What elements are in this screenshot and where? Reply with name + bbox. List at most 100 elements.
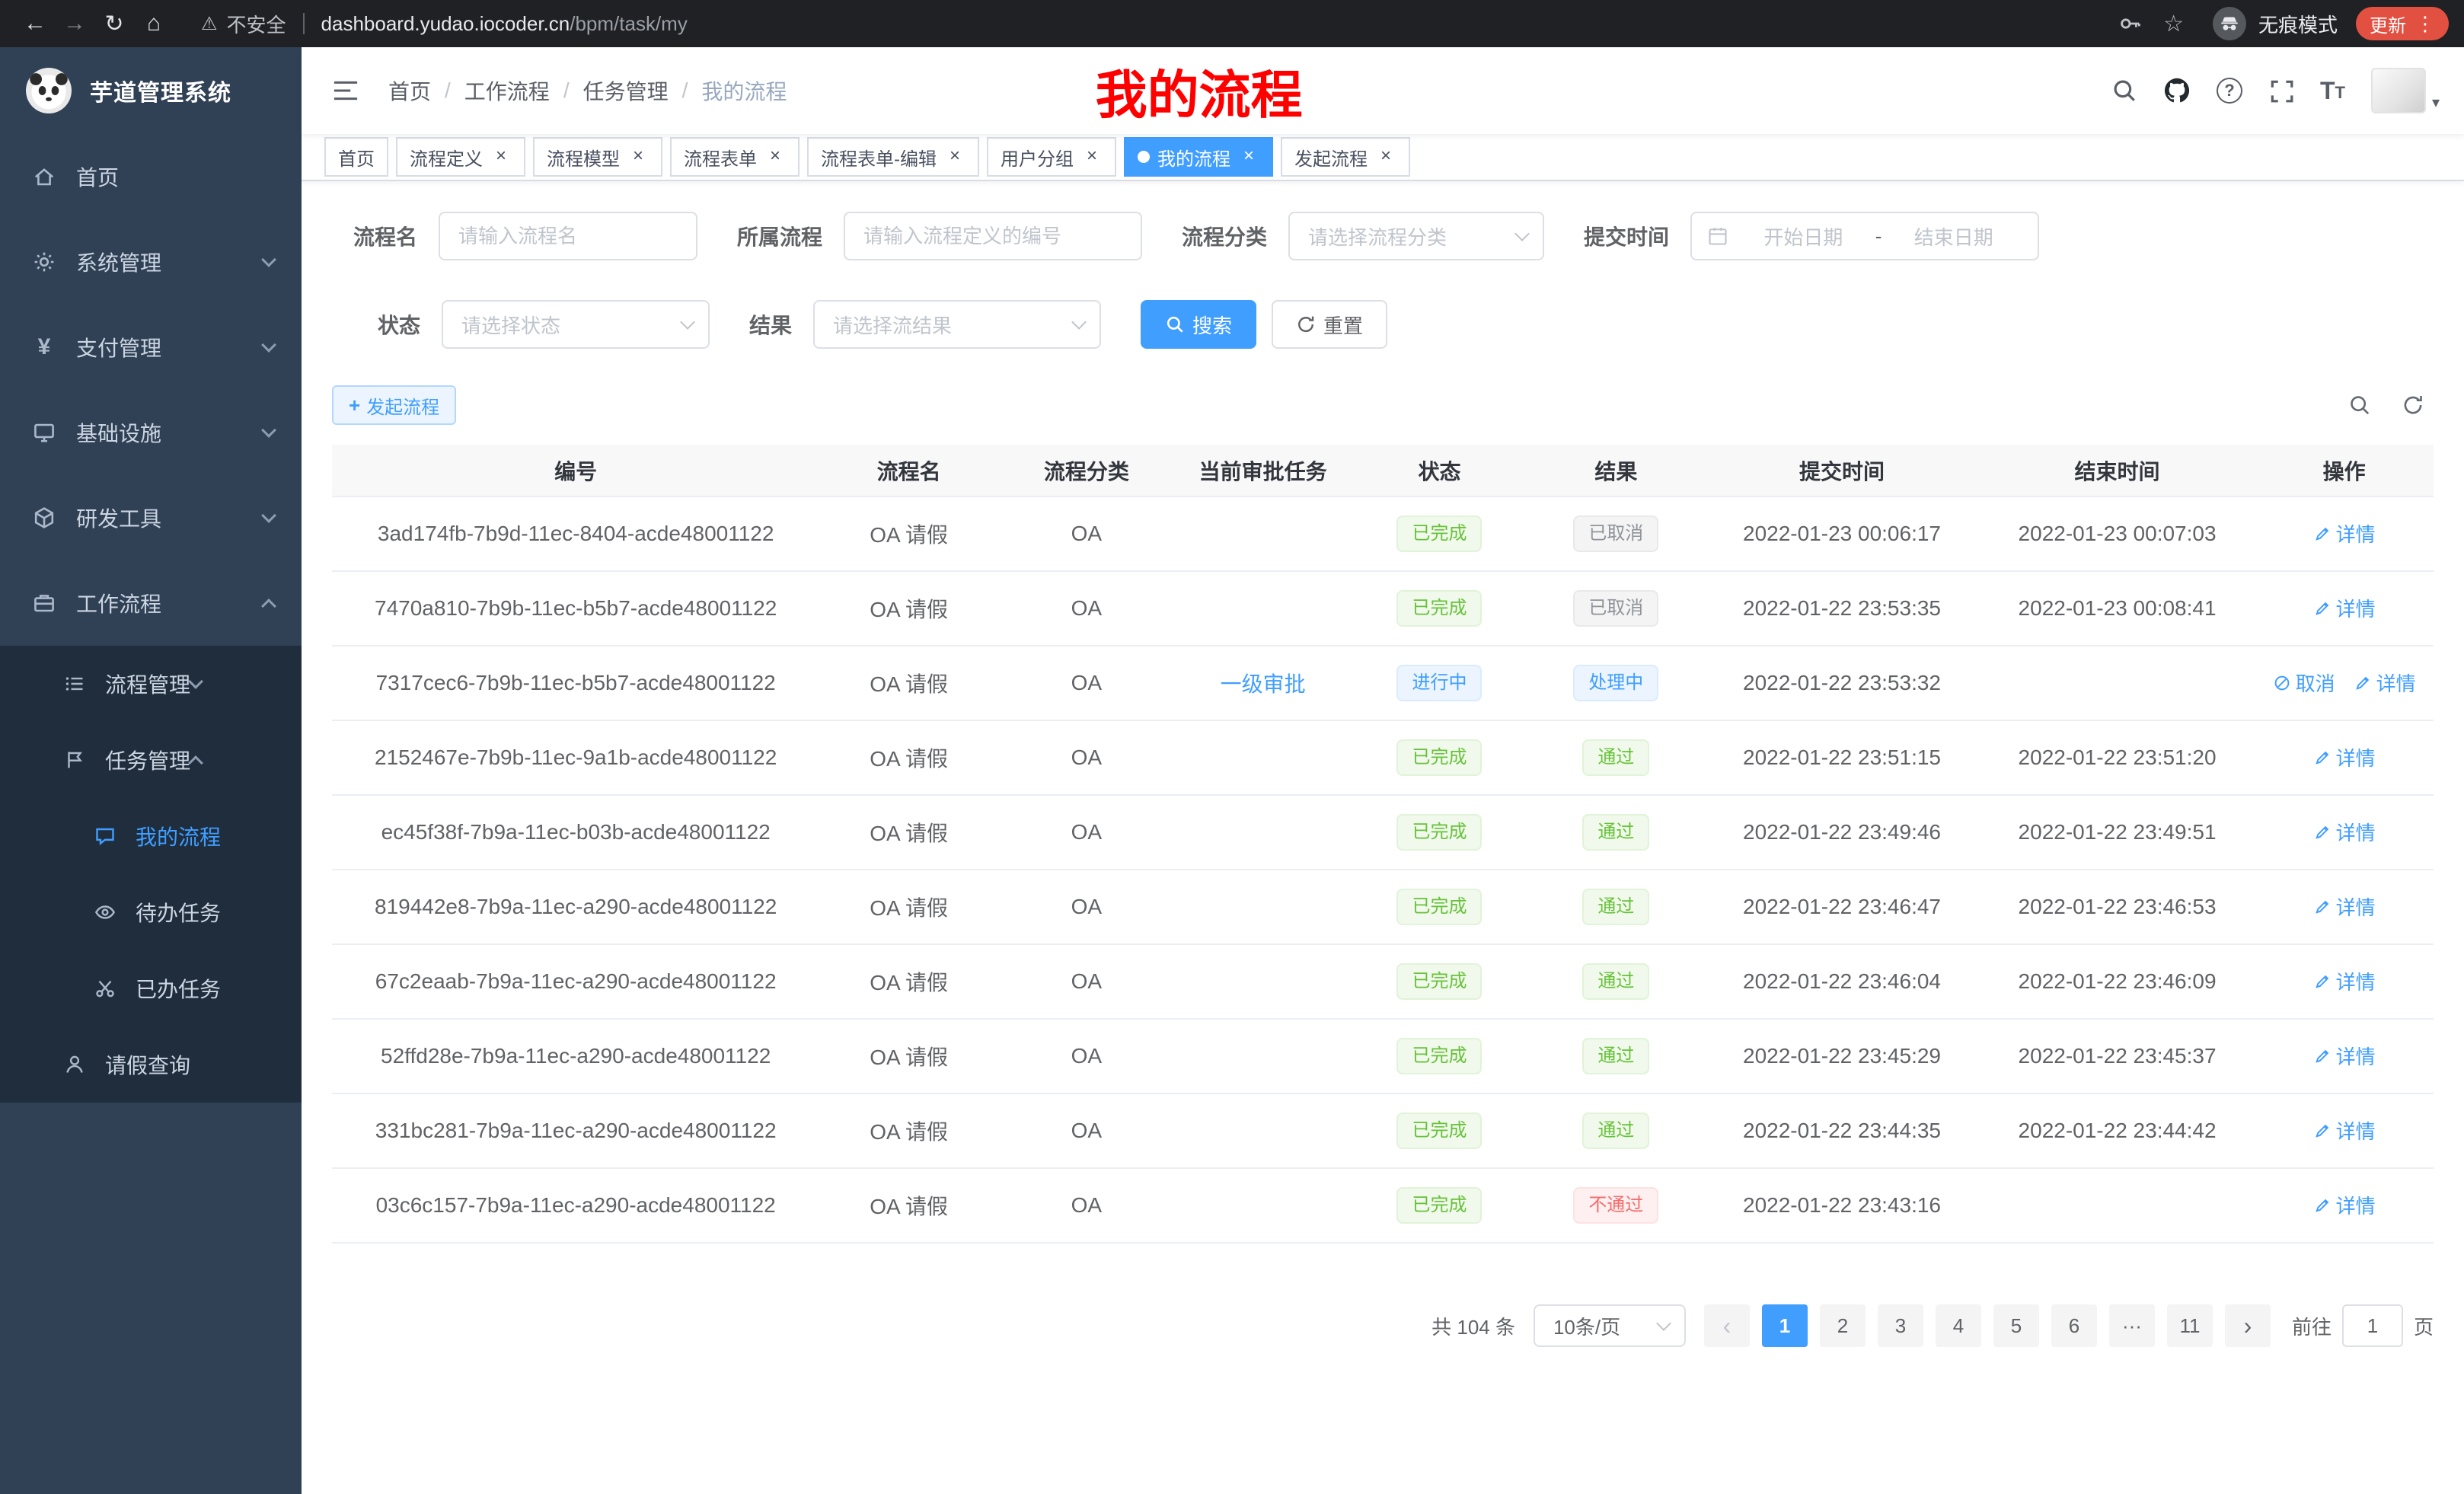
detail-link[interactable]: 详情 xyxy=(2313,519,2376,547)
page-button[interactable]: 2 xyxy=(1820,1304,1866,1347)
page-content: 流程名 所属流程 流程分类 请选择流程分类 xyxy=(302,181,2464,1494)
cell-name: OA 请假 xyxy=(819,1168,998,1243)
detail-link[interactable]: 详情 xyxy=(2313,1191,2376,1219)
hamburger-icon[interactable] xyxy=(326,78,365,103)
detail-link[interactable]: 详情 xyxy=(2313,594,2376,622)
tab-start-process[interactable]: 发起流程× xyxy=(1281,137,1410,177)
tab-process-definition[interactable]: 流程定义× xyxy=(396,137,525,177)
close-icon[interactable]: × xyxy=(627,146,649,168)
detail-link[interactable]: 详情 xyxy=(2313,1116,2376,1144)
close-icon[interactable]: × xyxy=(1081,146,1103,168)
process-definition-input[interactable] xyxy=(844,212,1142,260)
refresh-icon[interactable] xyxy=(2402,394,2424,417)
start-process-button[interactable]: + 发起流程 xyxy=(332,385,456,425)
sidebar-item-payment[interactable]: ¥ 支付管理 xyxy=(0,305,302,390)
help-icon[interactable]: ? xyxy=(2217,78,2242,104)
bookmark-star-icon[interactable]: ☆ xyxy=(2163,11,2184,37)
breadcrumb-item[interactable]: 工作流程 xyxy=(464,75,550,106)
browser-update-button[interactable]: 更新 ⋮ xyxy=(2356,7,2449,40)
page-button[interactable]: 3 xyxy=(1878,1304,1923,1347)
close-icon[interactable]: × xyxy=(1375,146,1396,168)
screen: ← → ↻ ⌂ ⚠ 不安全 dashboard.yudao.iocoder.cn… xyxy=(0,0,2464,1494)
result-tag: 已取消 xyxy=(1573,516,1658,552)
cell-id: 52ffd28e-7b9a-11ec-a290-acde48001122 xyxy=(332,1019,819,1093)
tab-process-form-edit[interactable]: 流程表单-编辑× xyxy=(807,137,979,177)
search-button[interactable]: 搜索 xyxy=(1141,300,1256,349)
process-name-input[interactable] xyxy=(439,212,697,260)
tab-user-group[interactable]: 用户分组× xyxy=(987,137,1116,177)
address-bar[interactable]: ⚠ 不安全 dashboard.yudao.iocoder.cn/bpm/tas… xyxy=(186,4,2095,43)
more-pages-button[interactable]: ··· xyxy=(2109,1304,2155,1347)
page-button[interactable]: 5 xyxy=(1993,1304,2039,1347)
filter-row-1: 流程名 所属流程 流程分类 请选择流程分类 xyxy=(332,212,2434,260)
close-icon[interactable]: × xyxy=(764,146,786,168)
sidebar-item-workflow[interactable]: 工作流程 xyxy=(0,560,302,646)
status-select[interactable]: 请选择状态 xyxy=(442,300,710,349)
filter-category: 流程分类 请选择流程分类 xyxy=(1182,212,1544,260)
tab-process-form[interactable]: 流程表单× xyxy=(670,137,800,177)
prev-page-button[interactable]: ‹ xyxy=(1704,1304,1750,1347)
date-range-picker[interactable]: 开始日期 - 结束日期 xyxy=(1690,212,2039,260)
detail-link[interactable]: 详情 xyxy=(2313,743,2376,771)
sidebar-item-todo-tasks[interactable]: 待办任务 xyxy=(0,874,302,950)
tab-my-process[interactable]: 我的流程× xyxy=(1124,137,1273,177)
sidebar-item-my-process[interactable]: 我的流程 xyxy=(0,798,302,874)
result-tag: 处理中 xyxy=(1573,665,1658,701)
tab-process-model[interactable]: 流程模型× xyxy=(533,137,662,177)
browser-home-button[interactable]: ⌂ xyxy=(134,4,174,43)
user-menu[interactable]: ▾ xyxy=(2371,68,2440,113)
table-row: 03c6c157-7b9a-11ec-a290-acde48001122 OA … xyxy=(332,1168,2434,1243)
browser-reload-button[interactable]: ↻ xyxy=(94,4,134,43)
search-icon[interactable] xyxy=(2111,78,2137,104)
sidebar-item-infra[interactable]: 基础设施 xyxy=(0,390,302,475)
detail-link[interactable]: 详情 xyxy=(2354,669,2416,697)
fullscreen-icon[interactable] xyxy=(2268,78,2294,104)
goto-page-input[interactable] xyxy=(2342,1304,2403,1347)
detail-link[interactable]: 详情 xyxy=(2313,892,2376,921)
page-button[interactable]: 6 xyxy=(2051,1304,2097,1347)
security-warning-label[interactable]: 不安全 xyxy=(227,10,286,38)
sidebar-item-done-tasks[interactable]: 已办任务 xyxy=(0,950,302,1026)
next-page-button[interactable]: › xyxy=(2225,1304,2271,1347)
browser-forward-button[interactable]: → xyxy=(55,4,94,43)
sidebar-item-system[interactable]: 系统管理 xyxy=(0,219,302,305)
sidebar-item-leave-query[interactable]: 请假查询 xyxy=(0,1026,302,1103)
tab-home[interactable]: 首页 xyxy=(324,137,388,177)
sidebar-item-task-mgmt[interactable]: 任务管理 xyxy=(0,722,302,798)
breadcrumb-item[interactable]: 任务管理 xyxy=(583,75,669,106)
cancel-link[interactable]: 取消 xyxy=(2273,669,2335,697)
table-row: ec45f38f-7b9a-11ec-b03b-acde48001122 OA … xyxy=(332,795,2434,870)
font-size-icon[interactable]: TT xyxy=(2320,80,2345,101)
category-select[interactable]: 请选择流程分类 xyxy=(1288,212,1544,260)
page-button[interactable]: 1 xyxy=(1762,1304,1808,1347)
task-link[interactable]: 一级审批 xyxy=(1221,672,1306,696)
cell-category: OA xyxy=(998,795,1175,870)
close-icon[interactable]: × xyxy=(944,146,965,168)
browser-menu-icon[interactable]: ⋮ xyxy=(2415,12,2435,36)
result-select[interactable]: 请选择流结果 xyxy=(813,300,1101,349)
reset-button[interactable]: 重置 xyxy=(1272,300,1387,349)
show-search-icon[interactable] xyxy=(2348,394,2371,417)
page-button[interactable]: 4 xyxy=(1936,1304,1981,1347)
briefcase-icon xyxy=(30,591,58,615)
status-tag: 已完成 xyxy=(1396,1113,1482,1149)
page-size-select[interactable]: 10条/页 xyxy=(1534,1304,1686,1347)
sidebar-item-devtools[interactable]: 研发工具 xyxy=(0,475,302,560)
browser-back-button[interactable]: ← xyxy=(15,4,55,43)
detail-link[interactable]: 详情 xyxy=(2313,1042,2376,1070)
detail-link[interactable]: 详情 xyxy=(2313,818,2376,846)
password-key-icon[interactable] xyxy=(2118,11,2142,36)
close-icon[interactable]: × xyxy=(490,146,512,168)
cell-category: OA xyxy=(998,571,1175,646)
cell-name: OA 请假 xyxy=(819,795,998,870)
page-button[interactable]: 11 xyxy=(2167,1304,2213,1347)
app-logo[interactable]: 芋道管理系统 xyxy=(0,47,302,134)
detail-link[interactable]: 详情 xyxy=(2313,967,2376,995)
table-row: 52ffd28e-7b9a-11ec-a290-acde48001122 OA … xyxy=(332,1019,2434,1093)
breadcrumb-item[interactable]: 首页 xyxy=(388,75,431,106)
sidebar-item-process-mgmt[interactable]: 流程管理 xyxy=(0,646,302,722)
sidebar-item-home[interactable]: 首页 xyxy=(0,134,302,219)
close-icon[interactable]: × xyxy=(1238,146,1259,168)
incognito-badge: 无痕模式 xyxy=(2213,7,2338,40)
github-icon[interactable] xyxy=(2163,77,2191,104)
